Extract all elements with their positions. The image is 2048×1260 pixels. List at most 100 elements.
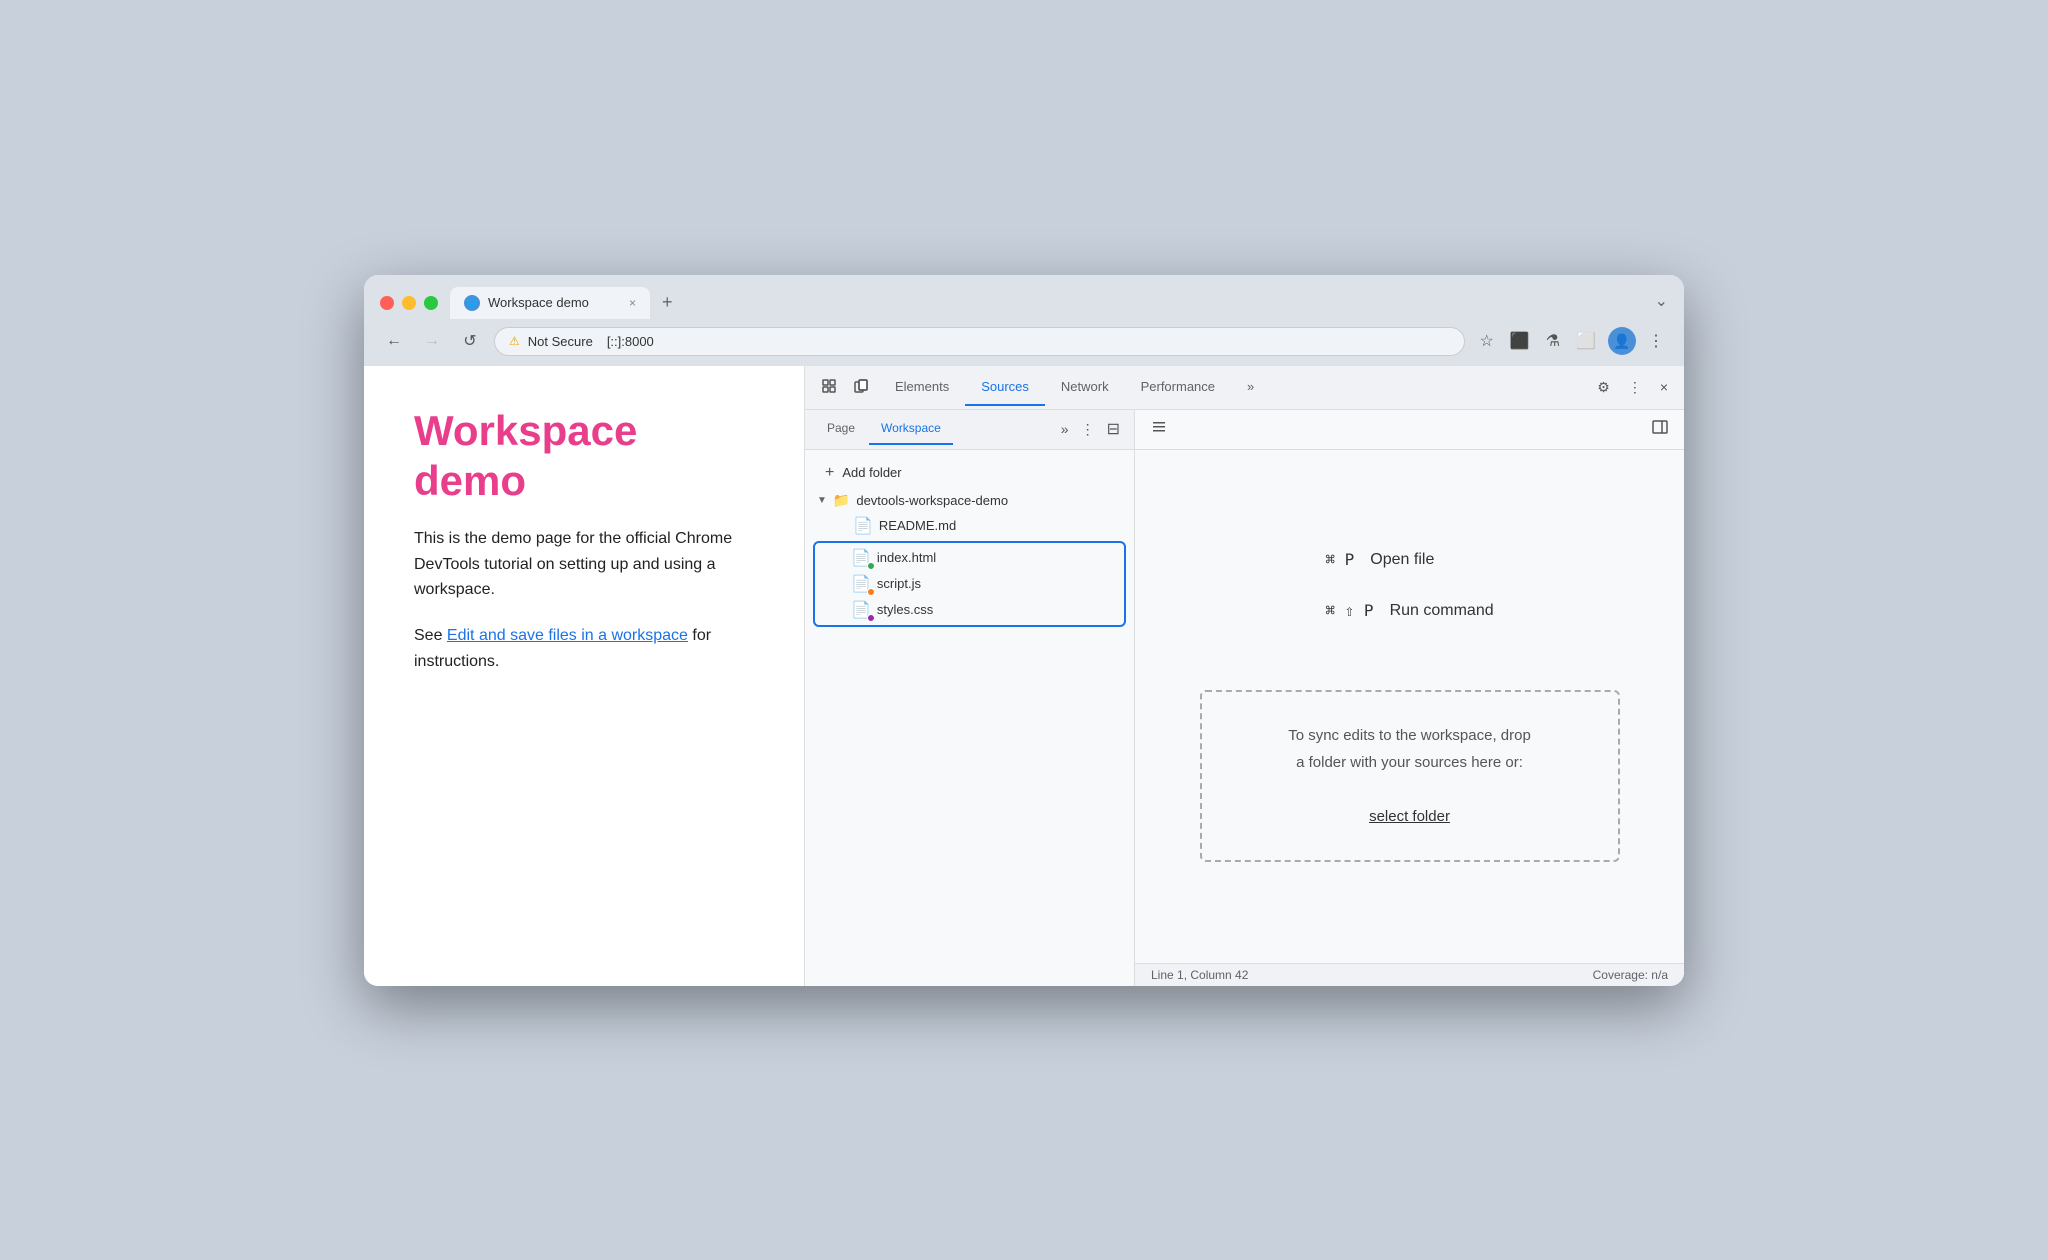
purple-dot-icon (867, 614, 875, 622)
traffic-lights (380, 296, 438, 310)
page-title: Workspace demo (414, 406, 754, 507)
file-icon-js: 📄 (851, 574, 871, 594)
maximize-button[interactable] (424, 296, 438, 310)
title-bar: 🌐 Workspace demo × + ⌄ (364, 275, 1684, 319)
shortcut-keys-open: ⌘ P (1325, 550, 1354, 569)
status-position: Line 1, Column 42 (1151, 968, 1248, 982)
drop-zone-line2: a folder with your sources here or: (1242, 749, 1578, 776)
file-tree: + Add folder ▼ 📁 devtools-workspace-demo (805, 450, 1134, 986)
tabs-arrow-icon[interactable]: ⌄ (1655, 291, 1668, 311)
file-name-index: index.html (877, 550, 936, 565)
file-item-script-js[interactable]: 📄 script.js (815, 571, 1124, 597)
orange-dot-icon (867, 588, 875, 596)
tab-network[interactable]: Network (1045, 369, 1125, 406)
tab-performance[interactable]: Performance (1125, 369, 1231, 406)
file-item-readme[interactable]: 📄 README.md (809, 513, 1130, 539)
sources-editor-content: ⌘ P Open file ⌘ ⇧ P Run command To sync … (1135, 450, 1684, 963)
devtools-header: Elements Sources Network Performance » ⚙ (805, 366, 1684, 410)
browser-content: Workspace demo This is the demo page for… (364, 366, 1684, 986)
sub-toggle-sidebar-button[interactable]: ⊟ (1103, 417, 1124, 441)
shortcut-keys-run: ⌘ ⇧ P (1325, 601, 1373, 620)
chevron-down-icon: ▼ (817, 495, 827, 506)
minimize-button[interactable] (402, 296, 416, 310)
devtools-tabs: Elements Sources Network Performance » (879, 369, 1583, 406)
tab-sources[interactable]: Sources (965, 369, 1045, 406)
back-button[interactable]: ← (380, 327, 408, 355)
warning-icon: ⚠ (509, 334, 520, 348)
tab-more[interactable]: » (1231, 369, 1270, 406)
devtools-panel: Elements Sources Network Performance » ⚙ (804, 366, 1684, 986)
select-folder-button[interactable]: select folder (1369, 808, 1450, 825)
new-tab-button[interactable]: + (654, 288, 681, 317)
shortcut-open-file: ⌘ P Open file (1325, 550, 1493, 569)
drop-zone[interactable]: To sync edits to the workspace, drop a f… (1200, 690, 1620, 862)
devtools-settings-button[interactable]: ⚙ (1591, 375, 1616, 400)
inspect-element-button[interactable] (815, 374, 843, 401)
tabs-bar: 🌐 Workspace demo × + (450, 287, 1643, 319)
add-folder-button[interactable]: + Add folder (809, 458, 1130, 488)
more-button[interactable]: ⋮ (1644, 327, 1668, 355)
tab-favicon: 🌐 (464, 295, 480, 311)
editor-toggle-sidebar-button[interactable] (1145, 415, 1173, 444)
file-item-styles-css[interactable]: 📄 styles.css (815, 597, 1124, 623)
sources-sidebar: Page Workspace » ⋮ ⊟ (805, 410, 1135, 986)
shortcut-label-run: Run command (1390, 602, 1494, 620)
drop-zone-line1: To sync edits to the workspace, drop (1242, 722, 1578, 749)
close-button[interactable] (380, 296, 394, 310)
file-icon-css: 📄 (851, 600, 871, 620)
url-text: [::]:8000 (607, 334, 654, 349)
doc-icon: 📄 (853, 516, 873, 536)
devtools-close-button[interactable]: × (1654, 375, 1674, 399)
extensions-button[interactable]: ⬛ (1506, 327, 1534, 355)
tab-title: Workspace demo (488, 295, 621, 310)
labs-button[interactable]: ⚗ (1542, 327, 1564, 355)
body-text-1: This is the demo page for the official C… (414, 530, 732, 598)
sub-tab-page[interactable]: Page (815, 413, 867, 445)
not-secure-label: Not Secure (528, 334, 593, 349)
devtools-more-button[interactable]: ⋮ (1622, 375, 1648, 400)
favicon-icon: 🌐 (466, 297, 477, 308)
bookmark-button[interactable]: ☆ (1475, 327, 1497, 355)
shortcut-run-command: ⌘ ⇧ P Run command (1325, 601, 1493, 620)
shortcut-label-open: Open file (1370, 551, 1434, 569)
sub-tab-icons: » ⋮ ⊟ (1057, 417, 1124, 441)
file-name-styles: styles.css (877, 602, 933, 617)
tab-close-icon[interactable]: × (629, 296, 636, 310)
split-button[interactable]: ⬜ (1572, 327, 1600, 355)
page-body-2: See Edit and save files in a workspace f… (414, 623, 754, 674)
device-toggle-button[interactable] (847, 374, 875, 401)
workspace-link[interactable]: Edit and save files in a workspace (447, 627, 688, 644)
page-body: This is the demo page for the official C… (414, 526, 754, 603)
sources-editor-top (1135, 410, 1684, 450)
folder-icon: 📁 (833, 492, 850, 509)
file-icon-readme: 📄 (853, 516, 873, 536)
file-name-readme: README.md (879, 518, 956, 533)
file-item-index-html[interactable]: 📄 index.html (815, 545, 1124, 571)
browser-tab-active[interactable]: 🌐 Workspace demo × (450, 287, 650, 319)
workspace-folder-item[interactable]: ▼ 📁 devtools-workspace-demo (809, 488, 1130, 513)
sources-sub-tabs: Page Workspace » ⋮ ⊟ (805, 410, 1134, 450)
forward-button[interactable]: → (418, 327, 446, 355)
add-folder-label: Add folder (842, 465, 901, 480)
sub-tab-workspace[interactable]: Workspace (869, 413, 953, 445)
file-icon-html: 📄 (851, 548, 871, 568)
browser-toolbar: ☆ ⬛ ⚗ ⬜ 👤 ⋮ (1475, 327, 1668, 355)
profile-button[interactable]: 👤 (1608, 327, 1636, 355)
page-content: Workspace demo This is the demo page for… (364, 366, 804, 986)
devtools-body: Page Workspace » ⋮ ⊟ (805, 410, 1684, 986)
highlighted-files-group: 📄 index.html 📄 script.js (813, 541, 1126, 627)
shortcuts-list: ⌘ P Open file ⌘ ⇧ P Run command (1325, 550, 1493, 640)
reload-button[interactable]: ↺ (456, 327, 484, 355)
file-name-script: script.js (877, 576, 921, 591)
green-dot-icon (867, 562, 875, 570)
sub-more-options-button[interactable]: ⋮ (1077, 419, 1099, 440)
tab-elements[interactable]: Elements (879, 369, 965, 406)
editor-panel-right-button[interactable] (1646, 415, 1674, 444)
sub-more-tabs-button[interactable]: » (1057, 419, 1073, 439)
browser-window: 🌐 Workspace demo × + ⌄ ← → ↺ ⚠ Not Secur… (364, 275, 1684, 986)
folder-name: devtools-workspace-demo (856, 493, 1008, 508)
devtools-status-bar: Line 1, Column 42 Coverage: n/a (1135, 963, 1684, 986)
address-bar: ← → ↺ ⚠ Not Secure [::]:8000 ☆ ⬛ ⚗ ⬜ 👤 ⋮ (364, 319, 1684, 366)
body-text-2: See (414, 627, 447, 644)
address-input[interactable]: ⚠ Not Secure [::]:8000 (494, 327, 1465, 356)
